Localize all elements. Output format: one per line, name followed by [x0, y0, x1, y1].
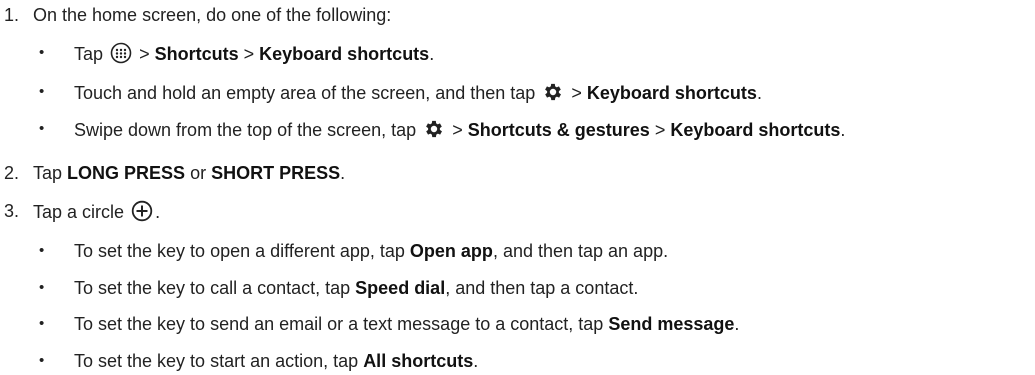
- add-circle-icon: [131, 200, 153, 227]
- bullet-text: To set the key to call a contact, tap Sp…: [74, 278, 639, 298]
- gear-icon: [542, 81, 564, 108]
- bullet-dot: •: [39, 120, 45, 137]
- gear-icon: [423, 118, 445, 145]
- step-number: 2.: [4, 163, 20, 183]
- bullet-text: Swipe down from the top of the screen, t…: [74, 118, 845, 145]
- step-text: Tap LONG PRESS or SHORT PRESS.: [33, 163, 346, 183]
- instructions-document: 1. On the home screen, do one of the fol…: [0, 0, 1035, 375]
- bullet-dot: •: [39, 83, 45, 100]
- bullet-text: To set the key to send an email or a tex…: [74, 314, 740, 334]
- step-text: Tap a circle .: [33, 200, 160, 227]
- bullet-text: Touch and hold an empty area of the scre…: [74, 81, 762, 108]
- bullet-dot: •: [39, 242, 45, 259]
- step-text: On the home screen, do one of the follow…: [33, 5, 392, 25]
- bullet-text: Tap > Shortcuts > Keyboard shortcuts.: [74, 42, 434, 69]
- bullet-dot: •: [39, 279, 45, 296]
- apps-tray-icon: [110, 42, 132, 69]
- bullet-dot: •: [39, 315, 45, 332]
- bullet-text: To set the key to start an action, tap A…: [74, 351, 479, 371]
- bullet-dot: •: [39, 352, 45, 369]
- step-number: 1.: [4, 5, 20, 25]
- bullet-text: To set the key to open a different app, …: [74, 241, 669, 261]
- bullet-dot: •: [39, 44, 45, 61]
- step-number: 3.: [4, 201, 20, 221]
